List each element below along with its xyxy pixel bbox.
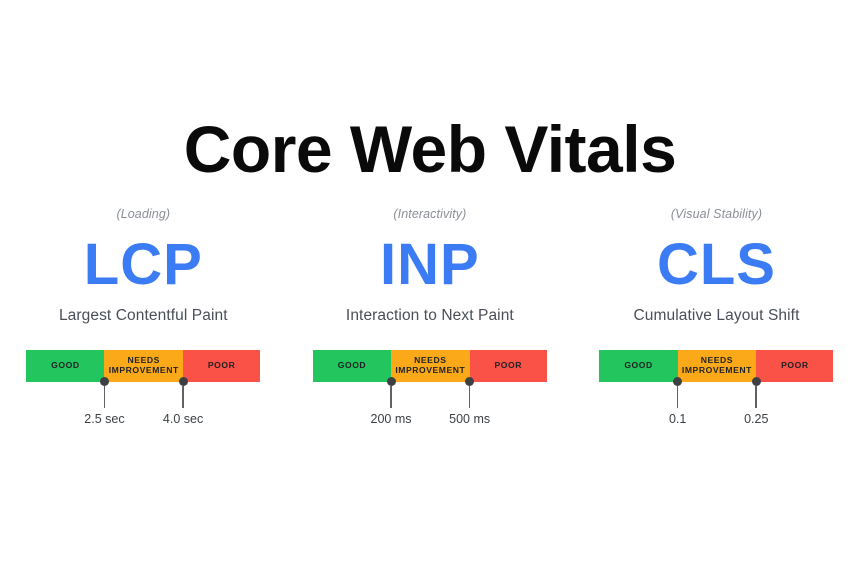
bar-segment-poor-inp: POOR [469,349,547,382]
marker-dot-icon [386,377,396,386]
bar-segment-poor-cls: POOR [756,349,834,382]
metric-category-cls: (Visual Stability) [670,207,763,221]
marker-stem [755,386,758,408]
metric-fullname-inp: Interaction to Next Paint [345,307,514,324]
page-title: Core Web Vitals [183,112,677,186]
marker-stem [182,386,184,408]
marker-dot-icon [673,377,683,386]
bar-track-inp: GOOD NEEDS IMPROVEMENT POOR [312,349,547,382]
bar-segment-poor-lcp: POOR [183,349,261,382]
marker-dot-icon [99,377,109,386]
bar-segment-needs-improvement-lcp: NEEDS IMPROVEMENT [104,349,184,382]
metric-category-lcp: (Loading) [116,207,171,221]
threshold-label-inp-2: 500 ms [449,412,491,426]
metric-acronym-inp: INP [380,232,480,297]
marker-stem [103,386,106,408]
bar-segment-good-inp: GOOD [312,349,392,382]
marker-dot-icon [751,377,761,386]
marker-dot-icon [178,377,188,386]
metric-fullname-cls: Cumulative Layout Shift [633,307,800,324]
marker-stem [390,386,392,408]
bar-track-cls: GOOD NEEDS IMPROVEMENT POOR [599,349,834,382]
bar-segment-good-cls: GOOD [599,349,678,382]
marker-stem [676,386,679,408]
metric-category-inp: (Interactivity) [393,207,467,221]
threshold-label-lcp-1: 2.5 sec [84,412,125,426]
metric-column-cls: (Visual Stability) CLS Cumulative Layout… [573,207,860,425]
bar-segment-needs-improvement-cls: NEEDS IMPROVEMENT [677,349,757,382]
marker-dot-icon [465,377,475,386]
metrics-row: (Loading) LCP Largest Contentful Paint G… [0,207,860,425]
bar-track-lcp: GOOD NEEDS IMPROVEMENT POOR [26,349,261,382]
threshold-label-inp-1: 200 ms [370,412,412,426]
bar-segment-good-lcp: GOOD [26,349,105,382]
metric-column-lcp: (Loading) LCP Largest Contentful Paint G… [0,207,287,425]
core-web-vitals-infographic: Core Web Vitals (Loading) LCP Largest Co… [0,0,860,573]
threshold-label-cls-2: 0.25 [744,412,769,426]
threshold-bar-inp: GOOD NEEDS IMPROVEMENT POOR 200 ms 500 m… [312,349,547,425]
threshold-label-lcp-2: 4.0 sec [162,412,204,426]
threshold-label-cls-1: 0.1 [668,412,687,426]
bar-segment-needs-improvement-inp: NEEDS IMPROVEMENT [391,349,470,382]
metric-column-inp: (Interactivity) INP Interaction to Next … [287,207,574,425]
threshold-bar-lcp: GOOD NEEDS IMPROVEMENT POOR 2.5 sec 4.0 … [26,349,261,425]
metric-fullname-lcp: Largest Contentful Paint [58,307,228,324]
threshold-bar-cls: GOOD NEEDS IMPROVEMENT POOR 0.1 0.25 [599,349,834,425]
metric-acronym-lcp: LCP [83,232,203,297]
marker-stem [468,386,471,408]
metric-acronym-cls: CLS [656,232,776,297]
